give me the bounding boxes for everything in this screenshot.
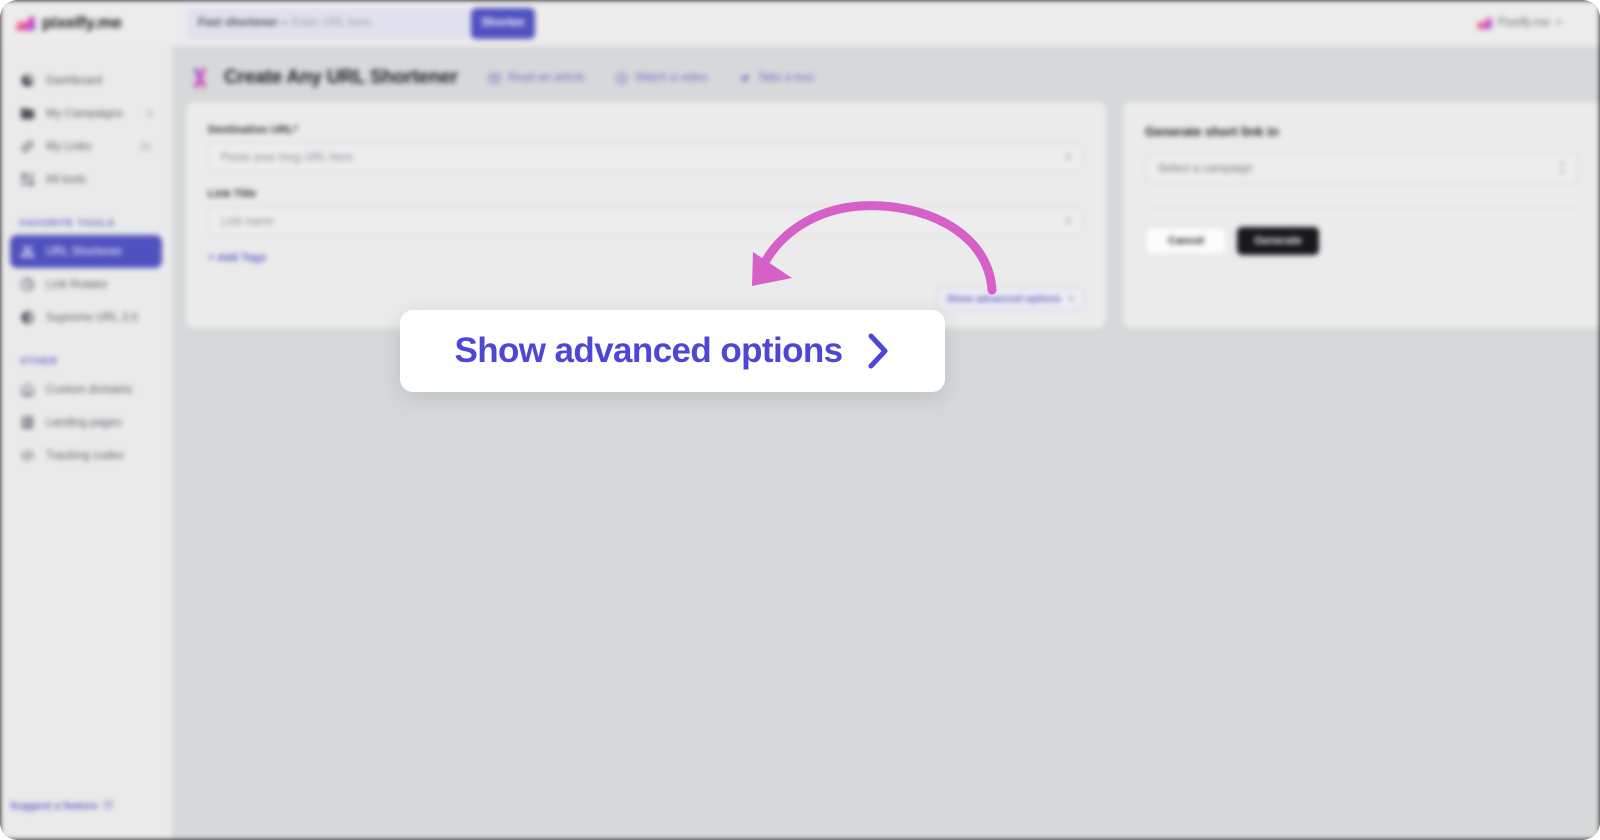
sidebar-item-label: Supreme URL 3.0 [46,311,138,324]
watch-a-video-link[interactable]: Watch a video [615,72,708,85]
fast-shortener-input[interactable]: Fast shortener – Enter URL here [186,7,471,39]
account-name: Pixelfy.me [1497,17,1550,29]
panel-actions: Cancel Generate [1145,227,1578,255]
link-title-placeholder: Link name [221,215,275,228]
main-content: Create Any URL Shortener Read an article… [172,46,1600,840]
page-header: Create Any URL Shortener Read an article… [172,46,1600,110]
sidebar-item-link-rotator[interactable]: Link Rotator [10,268,162,301]
sidebar-item-label: All tools [46,173,87,186]
dashboard-pie-icon [20,73,35,88]
sidebar-item-count: 31 [139,140,152,153]
page-icon [20,415,35,430]
sidebar-group-other: OTHER [20,356,58,367]
campaign-select[interactable]: Select a campaign ▲ ▼ [1145,153,1578,184]
sidebar-item-tracking-codes[interactable]: Tracking codes [10,439,162,472]
sidebar-item-my-campaigns[interactable]: My Campaigns 3 [10,97,162,130]
sidebar-item-label: URL Shortener [46,245,123,258]
destination-url-label: Destination URL* [208,124,298,136]
brand-logo[interactable]: pixelfy.me [0,0,172,46]
header-link-label: Read an article [507,72,586,84]
rocket-icon [738,72,751,85]
external-link-icon [104,800,113,812]
sidebar-item-landing-pages[interactable]: Landing pages [10,406,162,439]
coach-mark-card[interactable]: Show advanced options [400,310,945,392]
select-updown-icon: ▲ ▼ [1559,160,1566,176]
clear-x-icon[interactable]: ✕ [1064,215,1073,228]
read-an-article-link[interactable]: Read an article [488,72,585,85]
sidebar-group-favorite-tools: FAVORITE TOOLS [20,218,115,229]
shorten-button[interactable]: Shorten [471,7,535,39]
coach-mark-label: Show advanced options [454,331,843,370]
sidebar-item-label: Landing pages [46,416,122,429]
take-a-tour-link[interactable]: Take a tour [738,72,815,85]
sidebar-item-label: My Links [46,140,92,153]
home-icon [20,382,35,397]
grid-tools-icon [20,172,35,187]
campaign-select-placeholder: Select a campaign [1158,162,1253,175]
sidebar-item-count: 3 [145,107,152,120]
pixelfy-logo-icon [16,15,35,31]
create-link-form-card: Destination URL* Paste your long URL her… [186,102,1106,328]
pixelfy-x-icon [190,67,210,89]
brand-name: pixelfy.me [42,13,122,32]
fast-shortener-label: Fast shortener – [198,17,288,29]
header-link-label: Take a tour [757,72,815,84]
cancel-button[interactable]: Cancel [1145,227,1228,255]
generate-short-link-title: Generate short link in [1145,124,1279,139]
sidebar-item-custom-domains[interactable]: Custom domains [10,373,162,406]
generate-short-link-panel: Generate short link in Select a campaign… [1122,102,1600,328]
sidebar-item-my-links[interactable]: My Links 31 [10,130,162,163]
fast-shortener-placeholder: Enter URL here [291,17,371,29]
scissors-icon [20,244,35,259]
sidebar-item-label: Link Rotator [46,278,109,291]
sidebar-item-dashboard[interactable]: Dashboard [10,64,162,97]
chevron-right-icon[interactable] [865,331,891,371]
sidebar-item-all-tools[interactable]: All tools [10,163,162,196]
rotator-circle-icon [20,277,35,292]
suggest-feature-label: Suggest a feature [10,800,99,812]
show-advanced-options-button[interactable]: Show advanced options [936,288,1084,310]
destination-url-input[interactable]: Paste your long URL here ✕ [208,143,1084,172]
top-bar: pixelfy.me Fast shortener – Enter URL he… [0,0,1600,46]
folder-icon [20,106,35,121]
sidebar-item-label: Custom domains [46,383,133,396]
add-tags-button[interactable]: + Add Tags [208,252,1084,264]
pixelfy-logo-icon [1476,17,1492,29]
clear-x-icon[interactable]: ✕ [1064,151,1073,164]
play-circle-icon [615,72,628,85]
sidebar: Dashboard My Campaigns 3 My Links 31 All… [0,46,172,840]
sidebar-item-url-shortener[interactable]: URL Shortener [10,235,162,268]
blurred-app-background: pixelfy.me Fast shortener – Enter URL he… [0,0,1600,840]
show-advanced-options-label: Show advanced options [946,293,1061,305]
suggest-a-feature-link[interactable]: Suggest a feature [10,800,113,812]
code-brackets-icon [20,448,35,463]
page-title: Create Any URL Shortener [224,67,458,88]
supreme-badge-icon [20,310,35,325]
link-chain-icon [20,139,35,154]
sidebar-item-supreme-url[interactable]: Supreme URL 3.0 [10,301,162,334]
account-menu[interactable]: Pixelfy.me [1476,0,1562,46]
link-title-label: Link Title [208,188,257,200]
header-link-label: Watch a video [635,72,708,84]
sidebar-item-label: Dashboard [46,74,103,87]
destination-url-placeholder: Paste your long URL here [221,151,353,164]
generate-button[interactable]: Generate [1237,227,1319,255]
book-icon [488,72,501,85]
sidebar-item-label: Tracking codes [46,449,124,462]
chevron-down-icon [1068,297,1074,301]
app-window: pixelfy.me Fast shortener – Enter URL he… [0,0,1600,840]
panel-divider [1145,208,1578,209]
link-title-input[interactable]: Link name ✕ [208,207,1084,236]
sidebar-item-label: My Campaigns [46,107,123,120]
chevron-down-icon [1556,21,1562,25]
